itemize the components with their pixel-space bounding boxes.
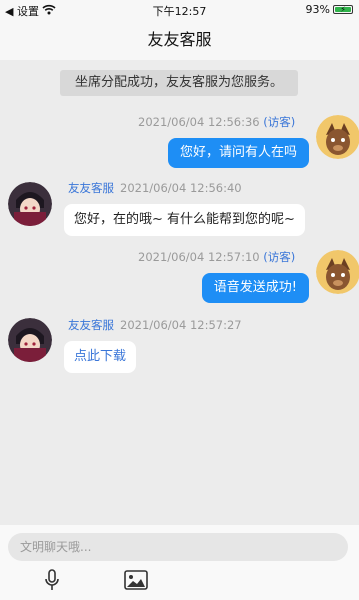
visitor-avatar[interactable] bbox=[316, 115, 359, 159]
chat-input[interactable] bbox=[8, 533, 348, 561]
message-meta: 2021/06/04 12:57:10 (访客) bbox=[138, 249, 295, 265]
message-timestamp: 2021/06/04 12:56:40 bbox=[120, 181, 242, 195]
visitor-avatar[interactable] bbox=[316, 250, 359, 294]
visitor-tag: (访客) bbox=[263, 115, 296, 129]
agent-name: 友友客服 bbox=[68, 181, 114, 195]
page-title: 友友客服 bbox=[0, 20, 359, 60]
message-meta: 2021/06/04 12:56:36 (访客) bbox=[138, 114, 295, 130]
status-bar: ◀ 设置 下午12:57 93% ⚡ bbox=[0, 0, 359, 20]
message-meta: 友友客服 2021/06/04 12:56:40 bbox=[68, 180, 242, 196]
battery-icon: ⚡ bbox=[333, 5, 353, 14]
message-bubble-visitor[interactable]: 您好，请问有人在吗 bbox=[167, 138, 309, 168]
download-link[interactable]: 点此下载 bbox=[64, 341, 137, 373]
voice-message-bubble[interactable]: 语音发送成功! bbox=[201, 273, 309, 303]
agent-name: 友友客服 bbox=[68, 318, 114, 332]
input-bar bbox=[0, 525, 359, 600]
agent-avatar[interactable] bbox=[8, 182, 52, 226]
message-timestamp: 2021/06/04 12:57:10 bbox=[138, 250, 260, 264]
agent-avatar[interactable] bbox=[8, 318, 52, 362]
message-meta: 友友客服 2021/06/04 12:57:27 bbox=[68, 317, 242, 333]
battery-percent: 93% bbox=[305, 3, 330, 16]
message-bubble-agent[interactable]: 您好，在的哦~ 有什么能帮到您的呢~ bbox=[64, 204, 305, 236]
visitor-tag: (访客) bbox=[263, 250, 296, 264]
message-timestamp: 2021/06/04 12:56:36 bbox=[138, 115, 260, 129]
status-right: 93% ⚡ bbox=[306, 3, 353, 16]
image-icon[interactable] bbox=[124, 568, 148, 592]
system-message: 坐席分配成功，友友客服为您服务。 bbox=[60, 70, 298, 96]
chat-area[interactable]: 坐席分配成功，友友客服为您服务。 2021/06/04 12:56:36 (访客… bbox=[0, 60, 359, 525]
message-timestamp: 2021/06/04 12:57:27 bbox=[120, 318, 242, 332]
microphone-icon[interactable] bbox=[40, 568, 64, 592]
